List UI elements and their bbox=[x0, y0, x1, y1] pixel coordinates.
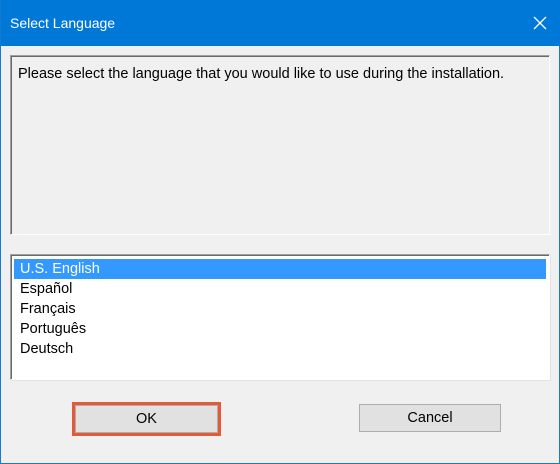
window-title: Select Language bbox=[10, 15, 116, 31]
title-bar[interactable]: Select Language bbox=[1, 0, 560, 46]
language-option-espanol[interactable]: Español bbox=[14, 279, 546, 299]
close-button[interactable] bbox=[520, 0, 560, 46]
instruction-text: Please select the language that you woul… bbox=[18, 66, 505, 82]
language-option-deutsch[interactable]: Deutsch bbox=[14, 339, 546, 359]
close-icon bbox=[533, 16, 547, 30]
language-option-portugues[interactable]: Português bbox=[14, 319, 546, 339]
language-listbox[interactable]: U.S. English Español Français Português … bbox=[10, 254, 550, 380]
select-language-dialog: Select Language Please select the langua… bbox=[0, 0, 560, 464]
ok-button[interactable]: OK bbox=[72, 402, 221, 436]
language-option-francais[interactable]: Français bbox=[14, 299, 546, 319]
language-option-us-english[interactable]: U.S. English bbox=[14, 259, 546, 279]
cancel-button[interactable]: Cancel bbox=[359, 404, 501, 432]
message-panel: Please select the language that you woul… bbox=[10, 55, 550, 235]
